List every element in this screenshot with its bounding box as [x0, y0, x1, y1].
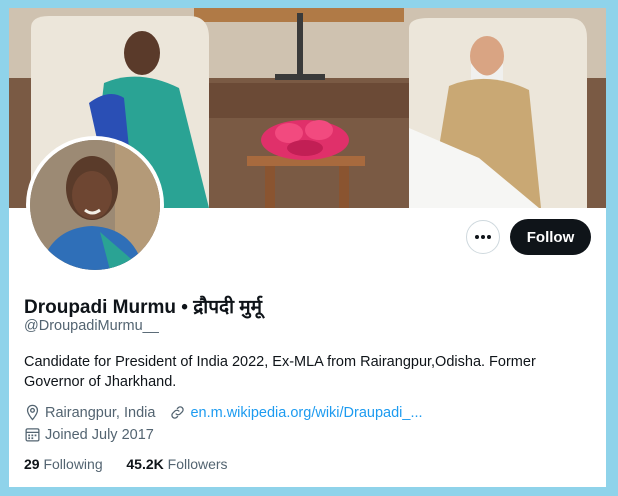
followers-link[interactable]: 45.2K Followers [126, 456, 227, 472]
profile-joined-date: Joined July 2017 [45, 426, 154, 443]
profile-handle: @DroupadiMurmu__ [24, 318, 159, 334]
following-count: 29 [24, 456, 40, 472]
profile-name: Droupadi Murmu • द्रौपदी मुर्मू [24, 297, 263, 318]
profile-meta-row: Rairangpur, India en.m.wikipedia.org/wik… [24, 404, 423, 421]
profile-bio: Candidate for President of India 2022, E… [24, 354, 536, 390]
avatar-frame[interactable] [26, 136, 164, 274]
profile-card: Follow Droupadi Murmu • द्रौपदी मुर्मू @… [9, 8, 606, 487]
profile-location: Rairangpur, India [45, 404, 156, 421]
profile-joined-row: Joined July 2017 [24, 426, 154, 443]
calendar-icon [25, 428, 40, 442]
following-label: Following [43, 456, 103, 472]
more-horizontal-icon [475, 235, 491, 239]
link-icon [171, 406, 185, 419]
follow-button[interactable]: Follow [510, 219, 591, 255]
followers-count: 45.2K [126, 456, 164, 472]
following-link[interactable]: 29 Following [24, 456, 107, 472]
avatar [30, 140, 160, 270]
profile-website-link[interactable]: en.m.wikipedia.org/wiki/Draupadi_... [190, 405, 422, 421]
followers-label: Followers [167, 456, 228, 472]
profile-counts: 29 Following 45.2K Followers [24, 456, 228, 472]
location-pin-icon [26, 404, 39, 421]
avatar-photo [30, 140, 160, 270]
more-options-button[interactable] [466, 220, 500, 254]
